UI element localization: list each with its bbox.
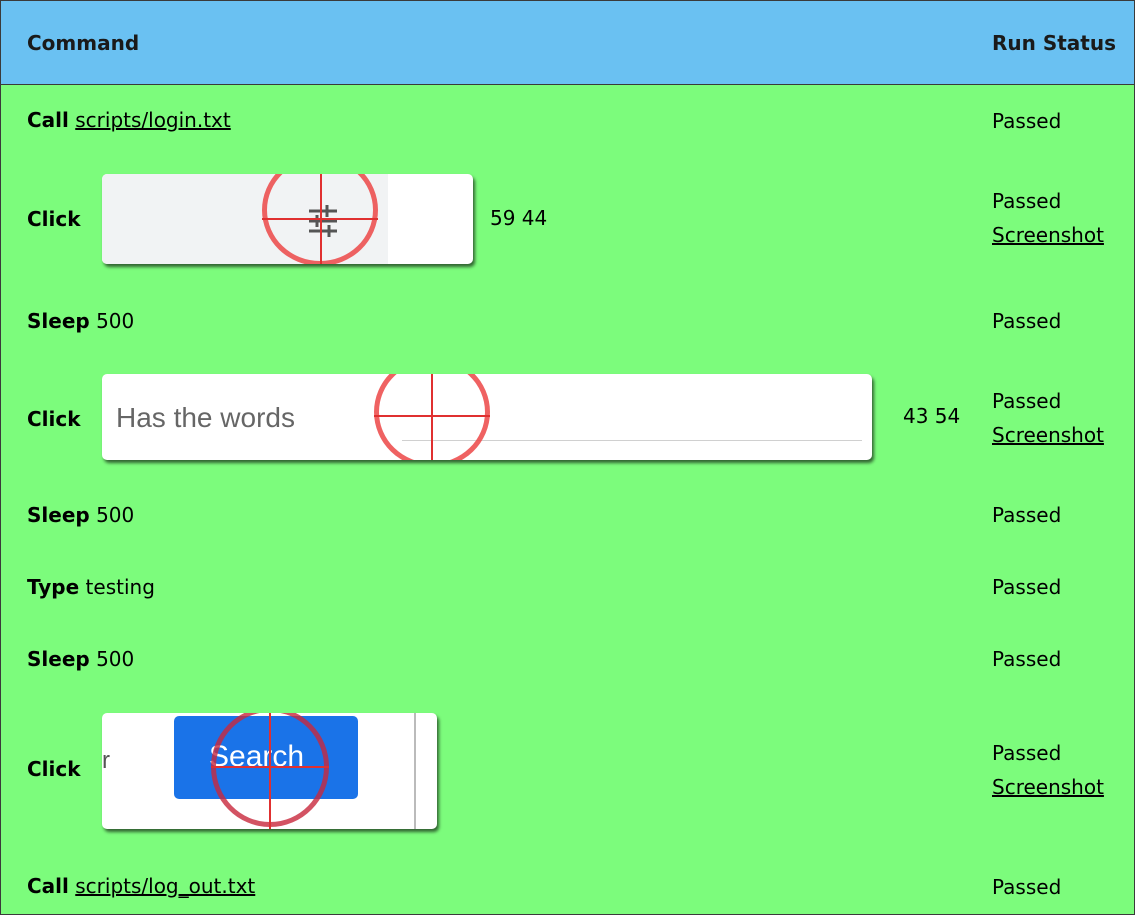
command-cell: Call scripts/login.txt xyxy=(27,108,231,132)
command-keyword: Type xyxy=(27,575,80,599)
status-cell: Passed Screenshot xyxy=(992,384,1104,452)
crosshair-horizontal xyxy=(211,766,329,768)
command-argument: 500 xyxy=(96,503,135,527)
thumb-partial-text: r xyxy=(102,747,110,774)
table-row: Sleep 500 Passed xyxy=(1,479,1134,551)
table-row: Click Has the words 43 54 Passed Screens… xyxy=(1,357,1134,475)
command-cell: Click xyxy=(27,407,81,431)
command-keyword: Click xyxy=(27,407,81,431)
status-cell: Passed xyxy=(992,109,1062,133)
status-cell: Passed xyxy=(992,647,1062,671)
status-cell: Passed Screenshot xyxy=(992,184,1104,252)
click-coordinates: 59 44 xyxy=(490,206,548,230)
table-row: Call scripts/log_out.txt Passed xyxy=(1,851,1134,914)
command-argument: testing xyxy=(85,575,155,599)
command-column-header: Command xyxy=(27,31,140,55)
command-cell: Type testing xyxy=(27,575,155,599)
command-keyword: Sleep xyxy=(27,309,90,333)
command-cell: Sleep 500 xyxy=(27,309,134,333)
status-cell: Passed xyxy=(992,503,1062,527)
table-row: Type testing Passed xyxy=(1,551,1134,623)
status-text: Passed xyxy=(992,389,1062,413)
click-target-screenshot xyxy=(102,174,473,264)
status-text: Passed xyxy=(992,741,1062,765)
click-target-screenshot: r Search xyxy=(102,713,437,829)
table-header: Command Run Status xyxy=(1,1,1134,85)
command-keyword: Sleep xyxy=(27,647,90,671)
command-argument: 500 xyxy=(96,647,135,671)
crosshair-vertical xyxy=(431,374,433,460)
command-keyword: Click xyxy=(27,207,81,231)
command-keyword: Call xyxy=(27,108,69,132)
table-row: Sleep 500 Passed xyxy=(1,285,1134,357)
crosshair-vertical xyxy=(269,713,271,829)
command-argument: 500 xyxy=(96,309,135,333)
crosshair-horizontal xyxy=(262,218,378,220)
status-cell: Passed xyxy=(992,875,1062,899)
script-link[interactable]: scripts/login.txt xyxy=(75,108,231,132)
status-cell: Passed xyxy=(992,575,1062,599)
click-target-screenshot: Has the words xyxy=(102,374,872,460)
screenshot-link[interactable]: Screenshot xyxy=(992,418,1104,452)
table-row: Click r Search Passed Screenshot xyxy=(1,695,1134,845)
click-coordinates: 43 54 xyxy=(903,404,961,428)
status-cell: Passed Screenshot xyxy=(992,736,1104,804)
command-keyword: Sleep xyxy=(27,503,90,527)
status-text: Passed xyxy=(992,189,1062,213)
command-keyword: Click xyxy=(27,757,81,781)
command-keyword: Call xyxy=(27,874,69,898)
scrollbar-edge xyxy=(414,713,416,829)
command-cell: Click xyxy=(27,757,81,781)
table-row: Click 59 44 Passed Screenshot xyxy=(1,157,1134,277)
command-cell: Sleep 500 xyxy=(27,503,134,527)
thumb-field-label: Has the words xyxy=(116,402,295,433)
table-row: Call scripts/login.txt Passed xyxy=(1,85,1134,157)
run-results-table: Command Run Status Call scripts/login.tx… xyxy=(0,0,1135,915)
command-cell: Call scripts/log_out.txt xyxy=(27,874,255,898)
crosshair-horizontal xyxy=(374,415,490,417)
status-cell: Passed xyxy=(992,309,1062,333)
command-cell: Sleep 500 xyxy=(27,647,134,671)
script-link[interactable]: scripts/log_out.txt xyxy=(75,874,255,898)
table-row: Sleep 500 Passed xyxy=(1,623,1134,695)
command-cell: Click xyxy=(27,207,81,231)
run-status-column-header: Run Status xyxy=(992,31,1117,55)
screenshot-link[interactable]: Screenshot xyxy=(992,770,1104,804)
screenshot-link[interactable]: Screenshot xyxy=(992,218,1104,252)
